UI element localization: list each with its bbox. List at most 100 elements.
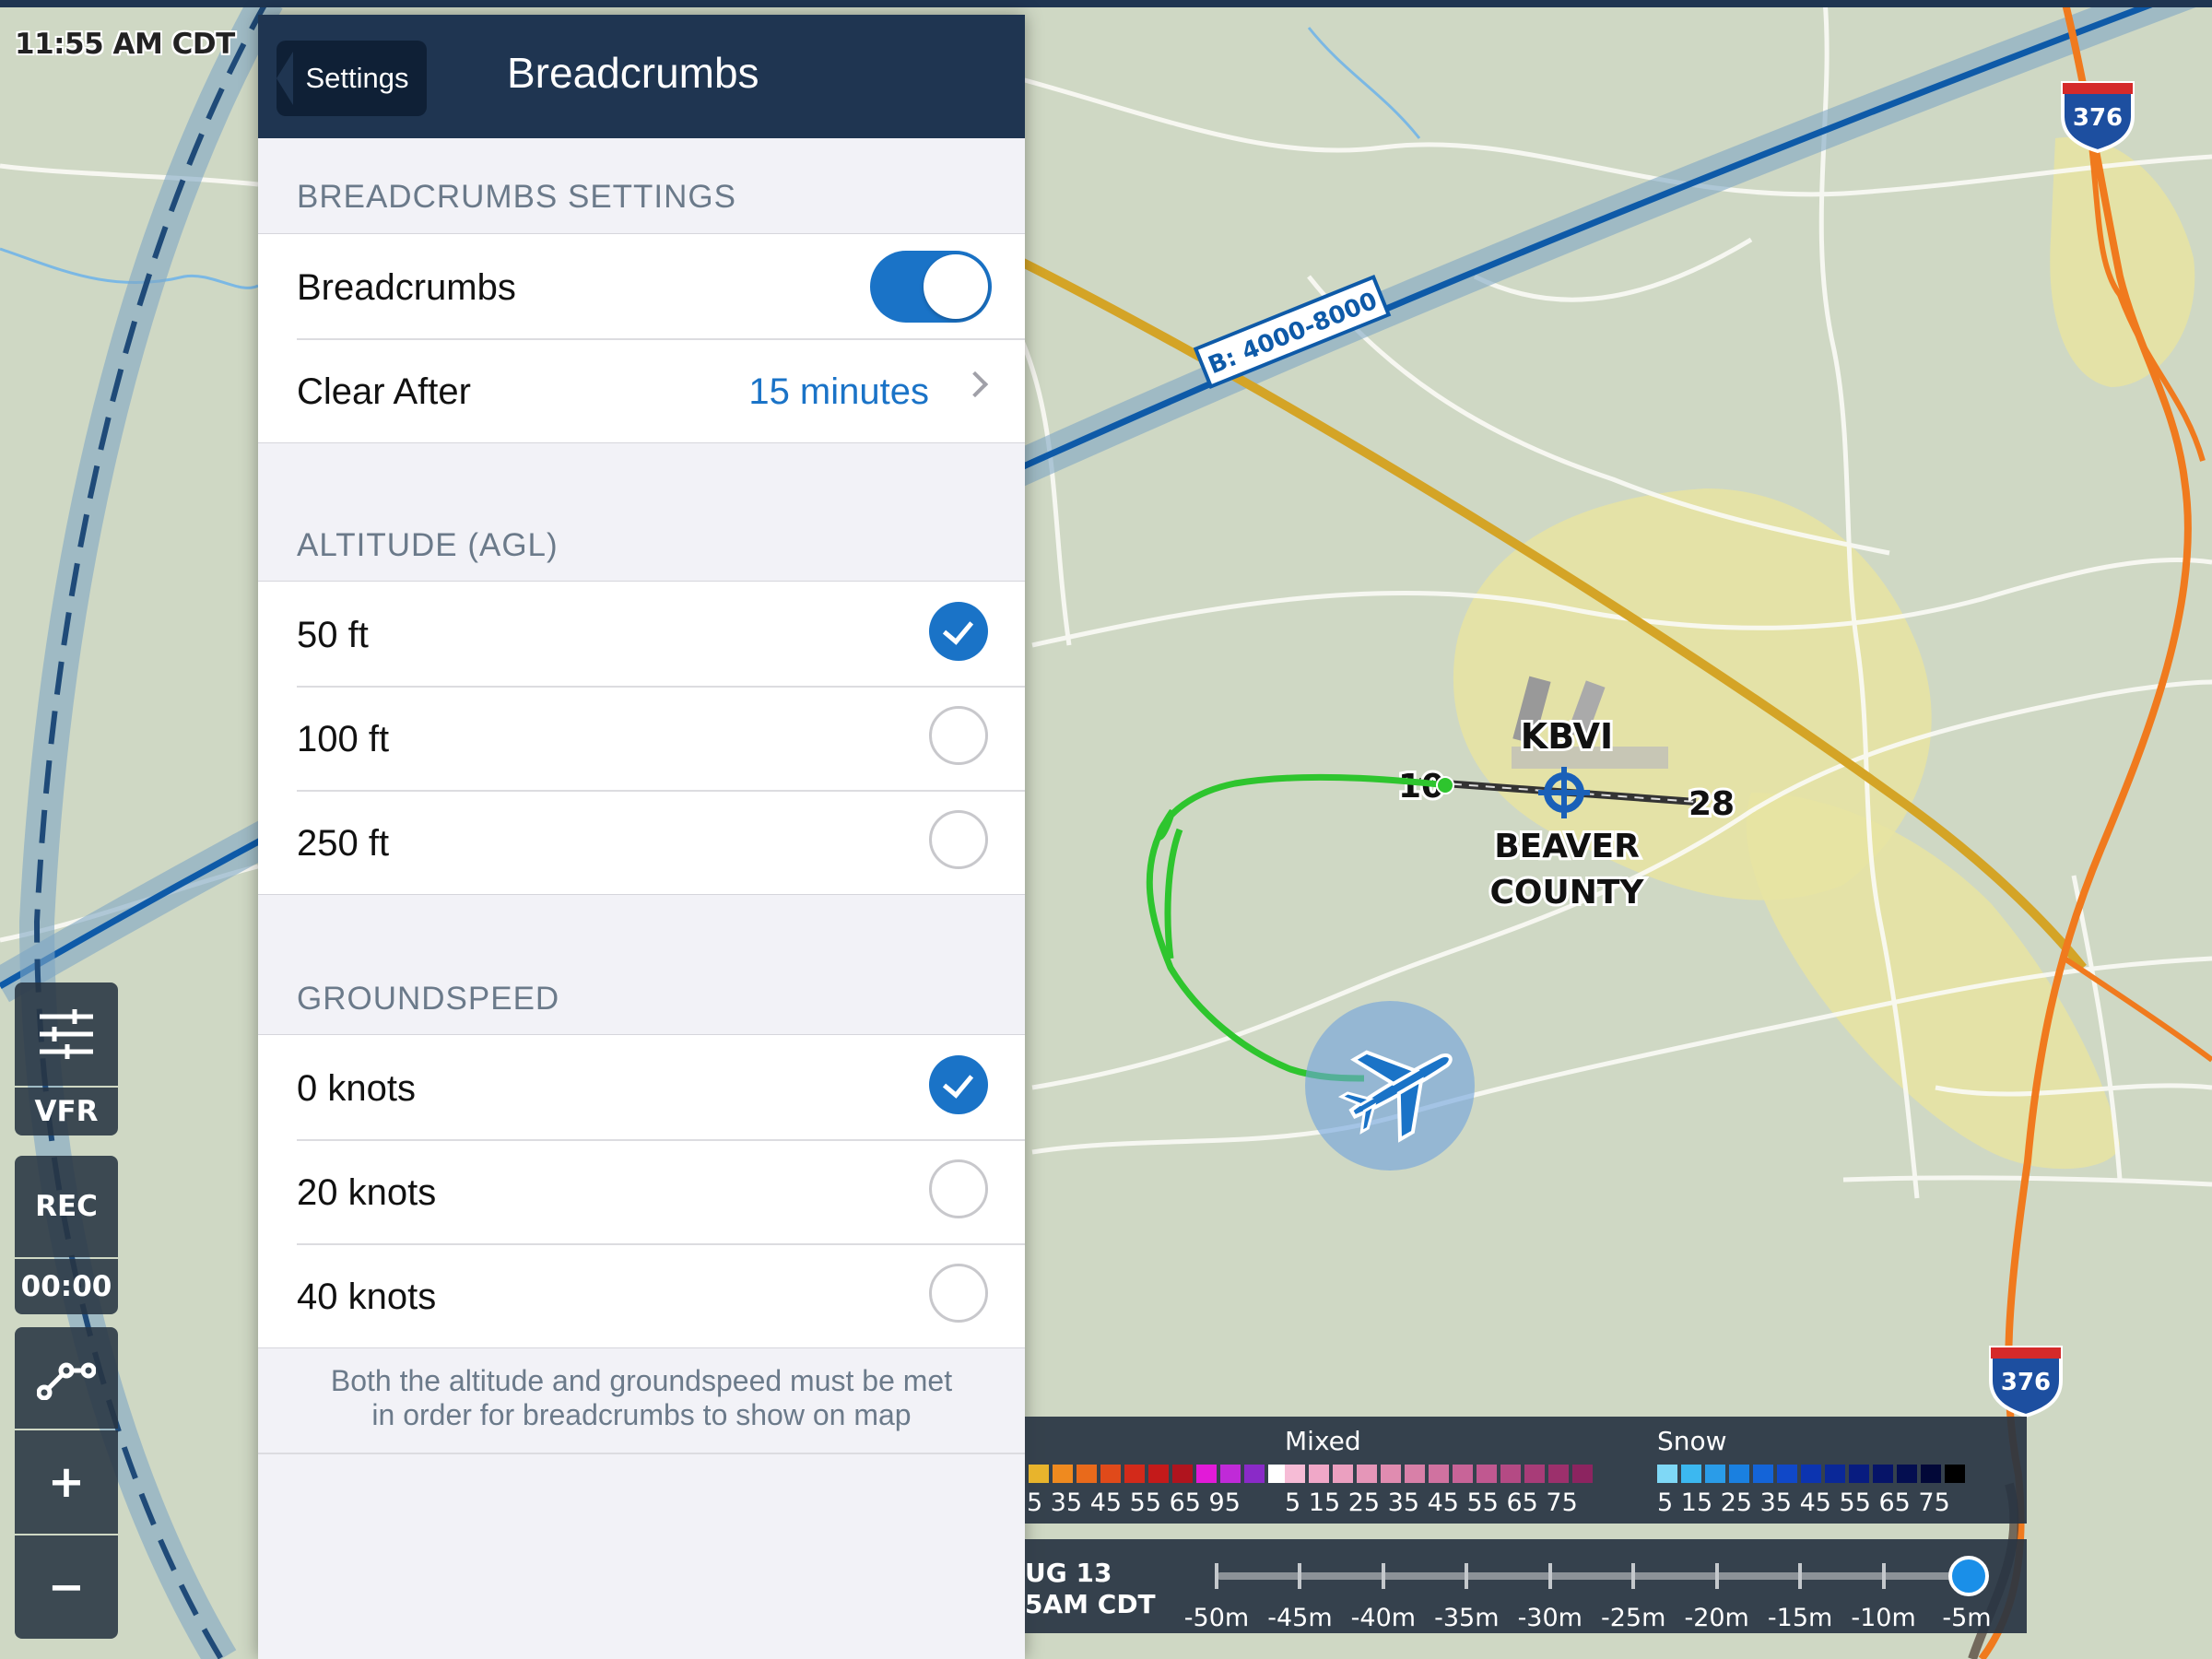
timeline-tick-mark: [1215, 1563, 1218, 1589]
footnote: Both the altitude and groundspeed must b…: [330, 1364, 953, 1431]
timeline-tick-label[interactable]: -30m: [1518, 1604, 1583, 1632]
timeline-tick-label[interactable]: -15m: [1768, 1604, 1832, 1632]
legend-swatch: [1849, 1465, 1869, 1483]
legend-swatch: [1453, 1465, 1473, 1483]
section-header-settings: BREADCRUMBS SETTINGS: [297, 179, 736, 215]
radar-timeline[interactable]: UG 13 5AM CDT -50m -45m -40m -35m -30m -25m -2…: [1025, 1539, 2027, 1633]
legend-swatch: [1657, 1465, 1677, 1483]
timeline-tick-label[interactable]: -10m: [1851, 1604, 1915, 1632]
groundspeed-option[interactable]: 0 knots: [258, 1035, 1025, 1139]
legend-swatch: [1333, 1465, 1353, 1483]
mixed-label: Mixed: [1285, 1426, 1361, 1456]
svg-text:KBVI: KBVI: [1521, 716, 1613, 757]
breadcrumbs-toggle-row[interactable]: Breadcrumbs: [258, 234, 1025, 338]
legend-swatch: [1945, 1465, 1965, 1483]
legend-swatch: [1148, 1465, 1169, 1483]
groundspeed-option-label: 0 knots: [297, 1068, 416, 1109]
legend-swatch: [1029, 1465, 1049, 1483]
legend-swatch: [1681, 1465, 1701, 1483]
clear-after-row[interactable]: Clear After 15 minutes: [258, 338, 1025, 442]
record-timer: 00:00: [15, 1259, 118, 1314]
altitude-option[interactable]: 50 ft: [258, 582, 1025, 686]
legend-swatch: [1705, 1465, 1725, 1483]
zoom-out-button[interactable]: −: [15, 1535, 118, 1639]
timeline-track[interactable]: [1217, 1572, 1969, 1580]
section-header-altitude: ALTITUDE (AGL): [297, 527, 559, 563]
chevron-right-icon: [961, 371, 989, 398]
timeline-tick-mark: [1631, 1563, 1636, 1589]
radio-circle-icon[interactable]: [929, 1264, 988, 1323]
legend-swatch: [1801, 1465, 1821, 1483]
route-button[interactable]: [15, 1327, 118, 1429]
legend-swatch: [1753, 1465, 1773, 1483]
checkmark-icon[interactable]: [929, 1055, 988, 1114]
legend-swatch: [1548, 1465, 1569, 1483]
altitude-option[interactable]: 100 ft: [258, 686, 1025, 790]
legend-swatch: [1309, 1465, 1329, 1483]
snow-scale: 5 15 25 35 45 55 65 75: [1657, 1488, 1950, 1517]
legend-swatch: [1357, 1465, 1377, 1483]
svg-text:376: 376: [2073, 104, 2123, 132]
groundspeed-option[interactable]: 20 knots: [258, 1139, 1025, 1243]
layers-button[interactable]: [15, 982, 118, 1086]
record-button[interactable]: REC: [15, 1156, 118, 1257]
timeline-tick-label[interactable]: -40m: [1351, 1604, 1416, 1632]
legend-swatch: [1572, 1465, 1593, 1483]
legend-swatch: [1897, 1465, 1917, 1483]
legend-swatch: [1220, 1465, 1241, 1483]
ownship-aircraft[interactable]: [1305, 1001, 1475, 1171]
groundspeed-option[interactable]: 40 knots: [258, 1243, 1025, 1347]
timeline-tick-mark: [1381, 1563, 1385, 1589]
legend-swatch: [1053, 1465, 1073, 1483]
panel-header: Settings Breadcrumbs: [258, 15, 1025, 138]
legend-swatch: [1873, 1465, 1893, 1483]
radar-legend: 5 35 45 55 65 95 Mixed 5 15 25 35 45 55 …: [1025, 1417, 2027, 1524]
timeline-tick-label[interactable]: -25m: [1601, 1604, 1665, 1632]
panel-title: Breadcrumbs: [507, 49, 759, 97]
timeline-tick-mark: [1798, 1563, 1803, 1589]
route-icon: [37, 1362, 96, 1400]
settings-back-button[interactable]: Settings: [276, 41, 427, 116]
checkmark-icon[interactable]: [929, 602, 988, 661]
breadcrumbs-toggle[interactable]: [870, 251, 992, 323]
timeline-tick-label[interactable]: -50m: [1184, 1604, 1249, 1632]
timeline-tick-mark: [1714, 1563, 1719, 1589]
legend-swatch: [1921, 1465, 1941, 1483]
svg-text:BEAVER: BEAVER: [1494, 828, 1640, 865]
timeline-tick-label[interactable]: -5m: [1942, 1604, 1991, 1632]
legend-swatch: [1244, 1465, 1265, 1483]
timeline-thumb[interactable]: [1948, 1556, 1989, 1596]
radio-circle-icon[interactable]: [929, 810, 988, 869]
altitude-option-label: 250 ft: [297, 823, 390, 864]
groundspeed-option-label: 20 knots: [297, 1172, 437, 1213]
legend-swatch: [1405, 1465, 1425, 1483]
legend-swatch: [1729, 1465, 1749, 1483]
timeline-tick-mark: [1465, 1563, 1469, 1589]
breadcrumbs-settings-panel: Settings Breadcrumbs BREADCRUMBS SETTING…: [258, 15, 1025, 1659]
altitude-option[interactable]: 250 ft: [258, 790, 1025, 894]
legend-swatch: [1172, 1465, 1193, 1483]
legend-swatch: [1825, 1465, 1845, 1483]
legend-swatch: [1381, 1465, 1401, 1483]
legend-swatch: [1429, 1465, 1449, 1483]
legend-swatch: [1077, 1465, 1097, 1483]
altitude-option-label: 100 ft: [297, 719, 390, 759]
groundspeed-option-label: 40 knots: [297, 1277, 437, 1317]
timeline-tick-label[interactable]: -20m: [1684, 1604, 1748, 1632]
timeline-date: UG 13 5AM CDT: [1025, 1558, 1156, 1619]
timeline-tick-label[interactable]: -45m: [1267, 1604, 1332, 1632]
sliders-icon: [40, 1009, 93, 1059]
legend-swatch: [1285, 1465, 1305, 1483]
mixed-scale: 5 15 25 35 45 55 65 75: [1285, 1488, 1578, 1517]
legend-swatch: [1124, 1465, 1145, 1483]
highway-shield: 376: [2061, 81, 2135, 154]
radio-circle-icon[interactable]: [929, 706, 988, 765]
zoom-in-button[interactable]: +: [15, 1430, 118, 1534]
timeline-tick-mark: [1547, 1563, 1552, 1589]
legend-swatch: [1477, 1465, 1497, 1483]
timeline-tick-label[interactable]: -35m: [1434, 1604, 1499, 1632]
svg-text:COUNTY: COUNTY: [1489, 874, 1644, 912]
radio-circle-icon[interactable]: [929, 1159, 988, 1218]
vfr-map-button[interactable]: VFR: [15, 1088, 118, 1135]
status-time: 11:55 AM CDT: [15, 28, 235, 61]
